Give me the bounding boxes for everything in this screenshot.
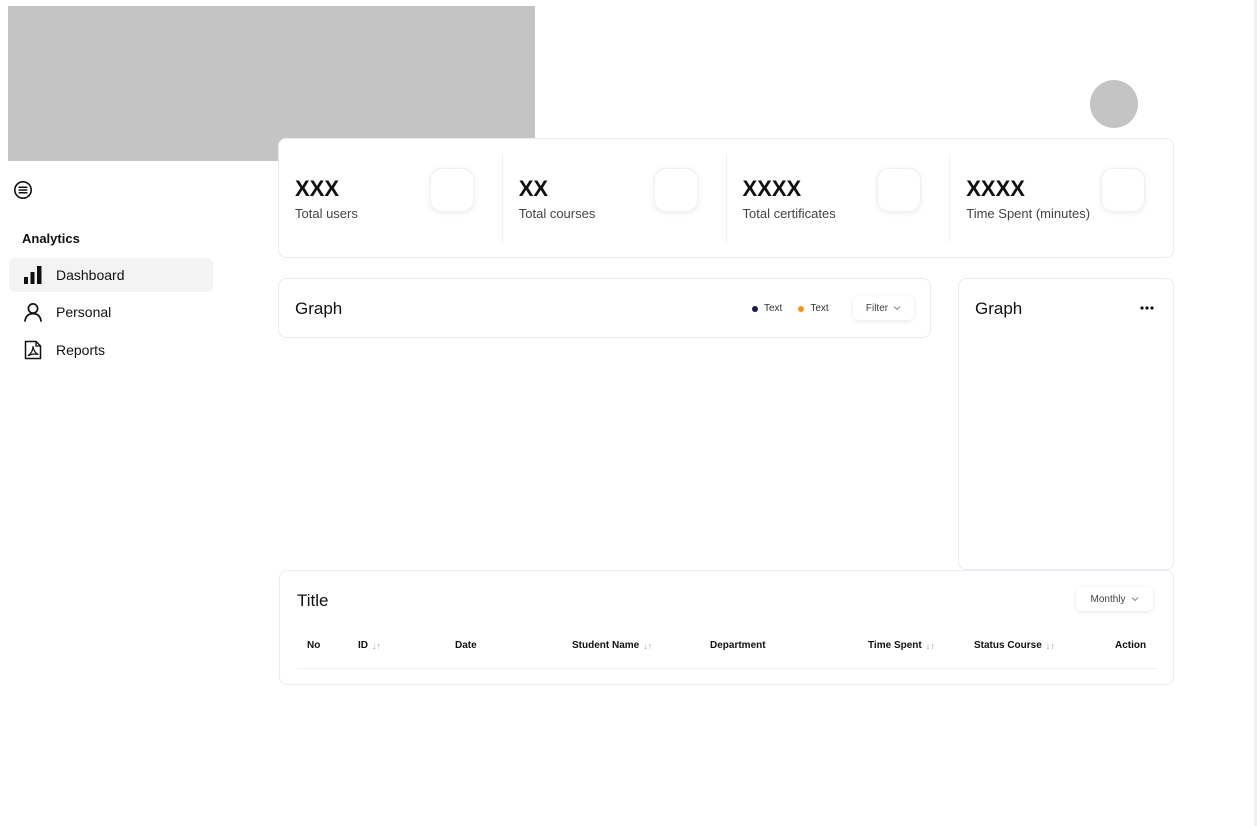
sort-icon[interactable]: ↓↑ [926,641,935,651]
legend-label: Text [764,303,783,314]
column-label: Department [710,640,766,651]
chevron-down-icon [1131,597,1138,602]
more-horizontal-icon[interactable] [1137,301,1157,315]
stat-icon-placeholder [429,168,474,212]
legend-item: Text [752,303,782,314]
stat-total-certificates: XXXX Total certificates [725,154,950,242]
sidebar-item-label: Personal [56,304,112,320]
user-icon [22,301,44,323]
legend-dot [798,305,805,312]
stat-icon-placeholder [1101,168,1145,212]
side-graph-card: Graph [958,278,1174,570]
period-dropdown[interactable]: Monthly [1076,587,1153,611]
pdf-file-icon [22,339,44,361]
sidebar-item-personal[interactable]: Personal [9,295,213,329]
column-header-date: Date [455,640,477,651]
column-label: Student Name [572,640,640,651]
sort-icon[interactable]: ↓↑ [372,641,381,651]
column-label: Time Spent [868,640,922,651]
column-label: ID [358,640,368,651]
legend-label: Text [810,303,829,314]
column-label: No [307,640,321,651]
stat-total-courses: XX Total courses [501,154,726,242]
stat-label: Total certificates [742,206,836,221]
sidebar-item-reports[interactable]: Reports [9,333,213,367]
menu-circle-icon[interactable] [13,180,33,200]
stat-total-users: XXX Total users [279,154,502,242]
sort-icon[interactable]: ↓↑ [643,641,652,651]
column-label: Status Course [974,640,1042,651]
column-header-time-spent[interactable]: Time Spent ↓↑ [868,640,935,651]
chevron-down-icon [893,306,901,311]
column-header-id[interactable]: ID ↓↑ [358,640,381,651]
side-graph-title: Graph [975,299,1023,318]
stats-card: XXX Total users XX Total courses XXXX To… [278,138,1174,258]
sidebar-section-label: Analytics [22,231,80,246]
table-title: Title [297,591,329,610]
stat-label: Total users [295,206,358,221]
stat-icon-placeholder [653,168,698,212]
graph-legend: Text Text [752,303,829,314]
column-label: Action [1115,640,1147,651]
column-header-no: No [307,640,320,651]
column-header-status-course[interactable]: Status Course ↓↑ [974,640,1055,651]
sidebar-item-label: Reports [56,342,106,358]
filter-dropdown[interactable]: Filter [853,296,914,320]
column-header-student-name[interactable]: Student Name ↓↑ [572,640,652,651]
avatar[interactable] [1090,80,1138,128]
column-header-department: Department [710,640,766,651]
bar-chart-icon [22,264,44,286]
graph-title: Graph [295,299,343,318]
sort-icon[interactable]: ↓↑ [1046,641,1055,651]
legend-item: Text [798,303,829,314]
table-card: Title Monthly No ID ↓↑ Date Student Name ↓… [279,570,1174,685]
table-header-row: No ID ↓↑ Date Student Name ↓↑ Department T… [297,637,1158,669]
period-label: Monthly [1090,593,1126,605]
sidebar-item-label: Dashboard [56,267,125,283]
stat-time-spent: XXXX Time Spent (minutes) [949,154,1173,242]
filter-label: Filter [865,302,889,314]
stat-icon-placeholder [877,168,922,212]
column-label: Date [455,640,477,651]
column-header-action: Action [1115,640,1146,651]
legend-dot [752,305,758,312]
stat-label: Time Spent (minutes) [966,206,1091,221]
sidebar-item-dashboard[interactable]: Dashboard [9,258,213,292]
graph-card: Graph [278,278,931,338]
